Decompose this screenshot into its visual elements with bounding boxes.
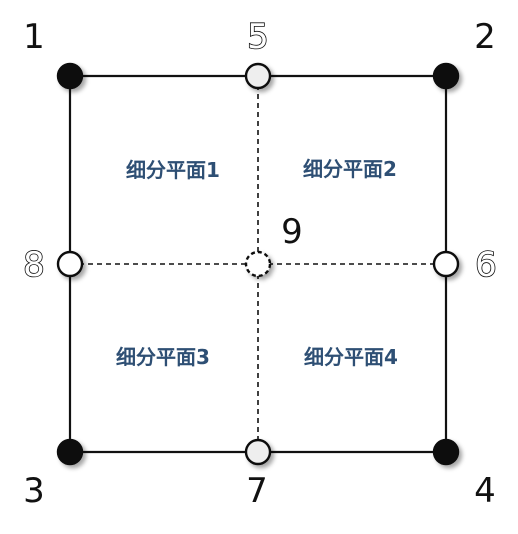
region-label-2: 细分平面2 bbox=[303, 157, 397, 181]
node-2-corner bbox=[432, 62, 460, 90]
node-number-8: 8 bbox=[23, 245, 45, 285]
node-6-midside bbox=[432, 250, 460, 278]
subdivision-diagram: 细分平面1 细分平面2 细分平面3 细分平面4 1 2 3 4 5 6 7 8 … bbox=[22, 16, 497, 511]
node-number-7: 7 bbox=[246, 471, 268, 511]
node-8-midside bbox=[56, 250, 84, 278]
node-7-midside bbox=[244, 438, 272, 466]
node-number-2: 2 bbox=[474, 17, 496, 57]
node-1-corner bbox=[56, 62, 84, 90]
node-number-3: 3 bbox=[23, 471, 45, 511]
node-number-5: 5 bbox=[247, 17, 269, 57]
node-number-9: 9 bbox=[281, 212, 303, 252]
node-5-midside bbox=[244, 62, 272, 90]
node-number-6: 6 bbox=[475, 245, 497, 285]
node-number-1: 1 bbox=[23, 17, 45, 57]
region-label-1: 细分平面1 bbox=[126, 158, 220, 182]
region-label-4: 细分平面4 bbox=[304, 345, 398, 369]
region-label-3: 细分平面3 bbox=[116, 345, 210, 369]
node-number-4: 4 bbox=[474, 471, 496, 511]
node-9-center bbox=[244, 250, 272, 278]
node-3-corner bbox=[56, 438, 84, 466]
node-4-corner bbox=[432, 438, 460, 466]
